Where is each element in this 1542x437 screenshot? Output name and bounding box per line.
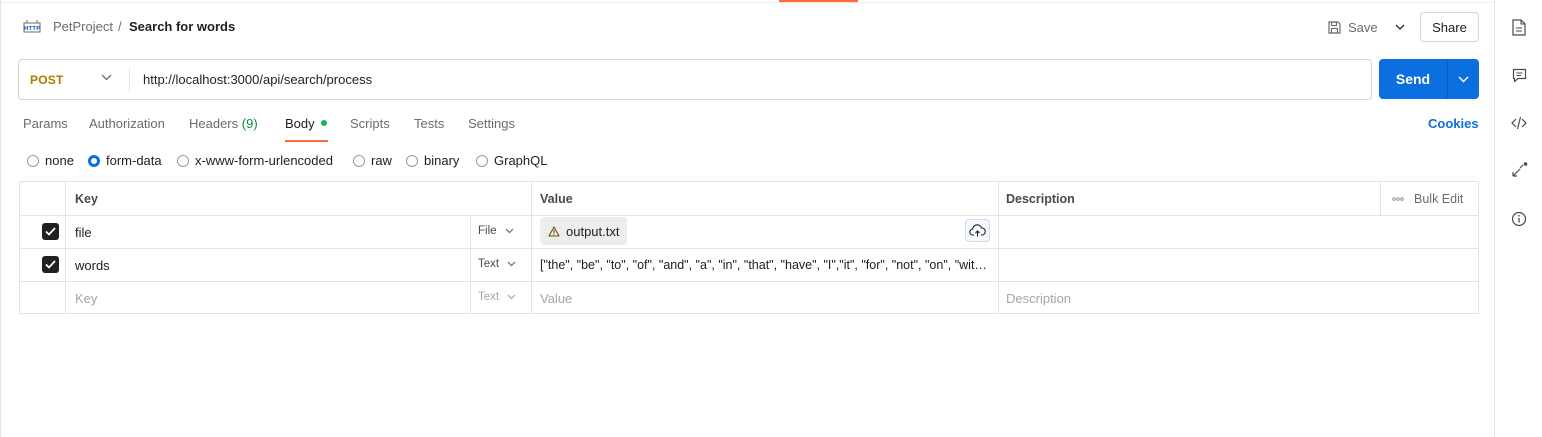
new-key-input[interactable]: Key <box>75 282 97 314</box>
send-button-group: Send <box>1379 59 1479 99</box>
request-header: HTTP PetProject / Search for words Save … <box>1 8 1495 46</box>
file-name: output.txt <box>566 223 620 239</box>
radio-label: GraphQL <box>494 153 548 168</box>
row-checkbox[interactable] <box>42 223 59 240</box>
type-label: File <box>478 225 497 237</box>
chevron-down-icon <box>505 228 513 234</box>
chevron-down-icon <box>1395 24 1405 30</box>
breadcrumb-separator: / <box>118 19 122 34</box>
radio-none[interactable]: none <box>27 153 74 168</box>
save-options-button[interactable] <box>1390 14 1410 40</box>
send-button[interactable]: Send <box>1379 59 1447 99</box>
cookies-link[interactable]: Cookies <box>1428 116 1479 131</box>
save-button[interactable]: Save <box>1327 14 1378 40</box>
column-header-description: Description <box>1006 191 1075 206</box>
divider <box>65 182 66 313</box>
http-icon: HTTP <box>23 20 41 33</box>
method-select[interactable]: POST <box>19 60 130 99</box>
radio-circle <box>353 154 365 167</box>
file-chip[interactable]: output.txt <box>540 217 628 245</box>
warning-icon <box>548 225 560 237</box>
chevron-down-icon <box>101 74 112 81</box>
bulk-edit-button[interactable]: Bulk Edit <box>1392 182 1463 215</box>
right-sidebar <box>1494 0 1542 437</box>
active-tab-underline <box>285 140 328 142</box>
radio-graphql[interactable]: GraphQL <box>476 153 547 168</box>
save-icon <box>1328 20 1341 34</box>
documentation-icon[interactable] <box>1510 18 1528 36</box>
new-value-input[interactable]: Value <box>540 282 572 314</box>
type-label: Text <box>478 258 500 270</box>
checkmark-icon <box>45 227 56 236</box>
request-panel: HTTP PetProject / Search for words Save … <box>0 0 1495 437</box>
tab-scripts[interactable]: Scripts <box>350 116 390 141</box>
radio-label: x-www-form-urlencoded <box>195 153 333 168</box>
tab-headers-label: Headers <box>189 116 239 131</box>
chevron-down-icon <box>1458 76 1469 82</box>
radio-circle <box>27 154 39 167</box>
form-data-table: Key Value Description Bulk Edit file Fil… <box>19 181 1479 314</box>
send-options-button[interactable] <box>1448 59 1479 99</box>
column-header-key: Key <box>75 191 98 206</box>
tab-headers[interactable]: Headers (9) <box>189 116 258 141</box>
url-bar: POST <box>18 59 1372 100</box>
tab-authorization[interactable]: Authorization <box>89 116 165 141</box>
tab-body-label: Body <box>285 116 315 131</box>
comments-icon[interactable] <box>1510 66 1528 84</box>
radio-label: form-data <box>106 153 162 168</box>
checkmark-icon <box>45 260 56 269</box>
divider <box>531 182 532 313</box>
divider <box>470 215 471 313</box>
chevron-down-icon <box>507 261 516 267</box>
row-key[interactable]: file <box>75 216 92 248</box>
bulk-edit-label: Bulk Edit <box>1414 191 1464 206</box>
divider <box>998 182 999 313</box>
tab-tests[interactable]: Tests <box>414 116 444 141</box>
new-type-select[interactable]: Text <box>478 291 516 303</box>
divider <box>1380 182 1381 215</box>
row-checkbox[interactable] <box>42 256 59 273</box>
share-button[interactable]: Share <box>1420 12 1479 42</box>
radio-label: none <box>45 153 74 168</box>
svg-text:HTTP: HTTP <box>24 26 40 32</box>
radio-binary[interactable]: binary <box>406 153 459 168</box>
method-label: POST <box>30 72 64 87</box>
divider <box>129 68 130 91</box>
row-value[interactable]: ["the", "be", "to", "of", "and", "a", "i… <box>540 249 992 281</box>
radio-urlencoded[interactable]: x-www-form-urlencoded <box>177 153 333 168</box>
divider <box>20 215 1478 216</box>
tab-body[interactable]: Body <box>285 116 327 141</box>
tab-params[interactable]: Params <box>23 116 68 141</box>
divider <box>20 281 1478 282</box>
radio-label: binary <box>424 153 460 168</box>
radio-form-data[interactable]: form-data <box>88 153 162 168</box>
type-label: Text <box>478 291 500 303</box>
upload-button[interactable] <box>965 219 990 242</box>
page-title[interactable]: Search for words <box>129 19 235 34</box>
column-header-value: Value <box>540 191 573 206</box>
row-key[interactable]: words <box>75 249 110 281</box>
info-icon[interactable] <box>1510 210 1528 228</box>
radio-circle <box>406 154 418 167</box>
body-status-dot <box>320 120 327 126</box>
related-collections-icon[interactable] <box>1510 161 1528 179</box>
url-input[interactable] <box>143 60 1363 99</box>
row-type-select[interactable]: File <box>478 225 514 237</box>
code-icon[interactable] <box>1510 114 1528 132</box>
more-icon <box>1392 196 1404 201</box>
row-type-select[interactable]: Text <box>478 258 516 270</box>
breadcrumb-project[interactable]: PetProject <box>53 19 113 34</box>
cloud-upload-icon <box>969 224 986 237</box>
radio-circle-selected <box>88 154 100 167</box>
radio-circle <box>476 154 488 167</box>
radio-raw[interactable]: raw <box>353 153 392 168</box>
new-description-input[interactable]: Description <box>1006 282 1071 314</box>
divider <box>1 2 1495 3</box>
tab-settings[interactable]: Settings <box>468 116 515 141</box>
radio-label: raw <box>371 153 392 168</box>
chevron-down-icon <box>507 294 516 300</box>
save-label: Save <box>1348 19 1378 35</box>
radio-circle <box>177 154 189 167</box>
headers-count: (9) <box>241 116 258 131</box>
